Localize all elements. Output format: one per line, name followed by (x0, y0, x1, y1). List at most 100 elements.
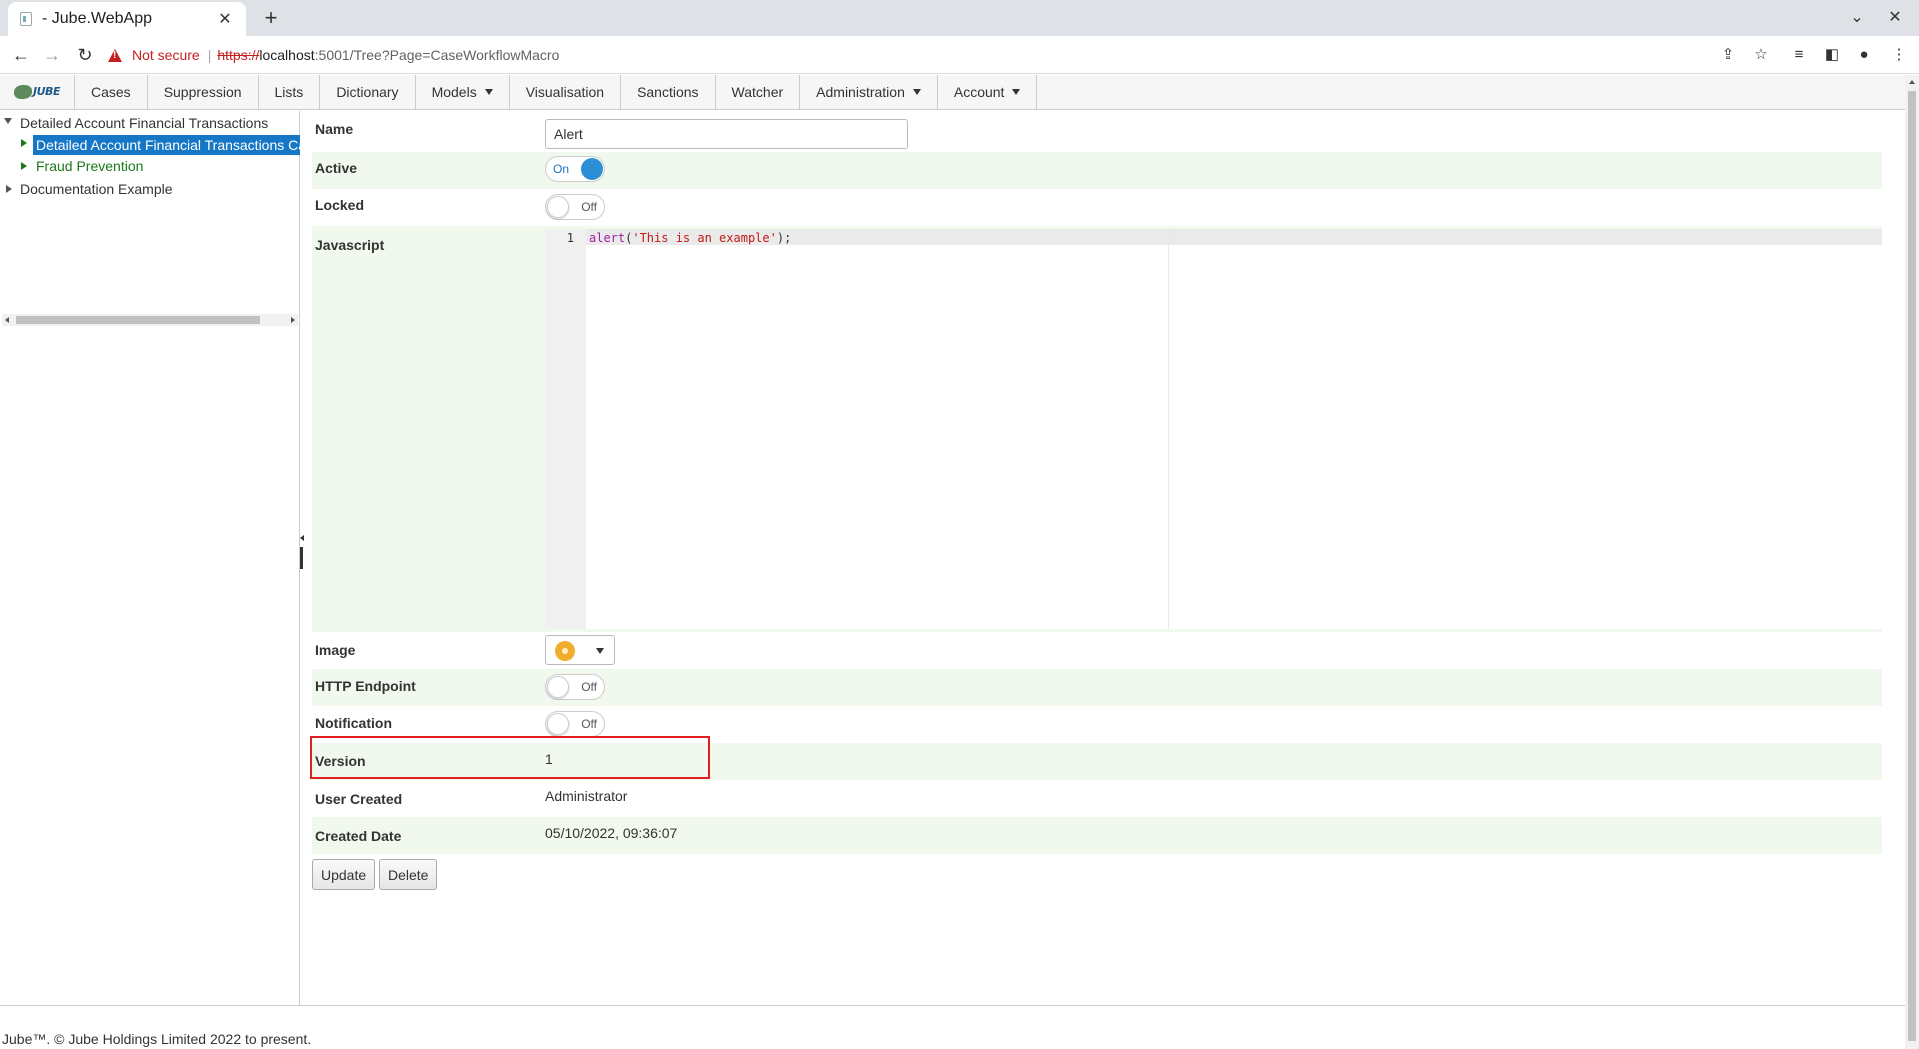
panel-splitter[interactable] (300, 535, 304, 569)
caret-down-icon (484, 89, 493, 95)
security-label[interactable]: Not secure (132, 47, 200, 63)
created-date-value: 05/10/2022, 09:36:07 (545, 825, 678, 841)
toggle-state: Off (581, 680, 597, 694)
nav-models[interactable]: Models (416, 75, 510, 109)
javascript-label-text: Javascript (315, 237, 385, 253)
window-close-icon[interactable]: ✕ (1883, 6, 1907, 30)
browser-tab[interactable]: - Jube.WebApp ✕ (8, 2, 246, 36)
toggle-state: Off (581, 200, 597, 214)
close-icon[interactable]: ✕ (216, 9, 234, 29)
row-created-date: Created Date 05/10/2022, 09:36:07 (312, 817, 1882, 854)
locked-toggle[interactable]: Off (545, 194, 605, 220)
tree-scrollbar[interactable] (2, 314, 298, 326)
toggle-knob (547, 196, 569, 218)
app-navbar: JUBE Cases Suppression Lists Dictionary … (0, 75, 1905, 110)
caret-down-icon (912, 89, 921, 95)
nav-cases[interactable]: Cases (75, 75, 148, 109)
url-separator: | (207, 47, 212, 63)
tree-node-selected[interactable]: Detailed Account Financial Transactions … (33, 135, 300, 155)
page-scrollbar[interactable] (1905, 75, 1919, 1049)
name-input[interactable] (545, 119, 908, 149)
caret-down-icon (596, 648, 604, 654)
print-margin (1168, 229, 1169, 629)
version-highlight (310, 736, 710, 779)
update-button[interactable]: Update (312, 859, 376, 890)
row-active: Active On (312, 152, 1882, 189)
back-icon[interactable]: ← (8, 43, 34, 67)
url-path: :5001/Tree?Page=CaseWorkflowMacro (314, 47, 560, 63)
url-host: localhost (259, 47, 315, 63)
share-icon[interactable]: ⇪ (1717, 44, 1739, 66)
tab-title: - Jube.WebApp (42, 10, 152, 27)
profile-icon[interactable]: ● (1853, 44, 1875, 66)
tree-node-documentation[interactable]: Documentation Example (20, 179, 173, 199)
menu-icon[interactable]: ⋮ (1888, 44, 1910, 66)
active-toggle[interactable]: On (545, 156, 605, 182)
locked-label: Locked (315, 197, 365, 213)
nav-administration[interactable]: Administration (800, 75, 938, 109)
page-icon (20, 12, 32, 26)
toggle-state: On (553, 162, 570, 176)
http-endpoint-toggle[interactable]: Off (545, 674, 605, 700)
toggle-state: Off (581, 717, 597, 731)
nav-models-label: Models (431, 84, 477, 100)
caret-down-icon (1012, 89, 1021, 95)
http-endpoint-label: HTTP Endpoint (315, 678, 416, 694)
expand-right-icon[interactable] (21, 162, 27, 170)
row-image: Image (312, 632, 1882, 669)
browser-tab-bar: - Jube.WebApp ✕ + ⌄ ✕ (0, 0, 1919, 36)
tree-node-root[interactable]: Detailed Account Financial Transactions (20, 113, 268, 133)
row-http-endpoint: HTTP Endpoint Off (312, 669, 1882, 706)
created-date-label: Created Date (315, 828, 402, 844)
expand-right-icon[interactable] (6, 185, 12, 193)
url-field[interactable]: Not secure | https:// localhost :5001/Tr… (108, 40, 1748, 70)
code-function: alert (589, 231, 626, 245)
footer-text: Jube™. © Jube Holdings Limited 2022 to p… (2, 1031, 312, 1047)
toggle-knob (547, 676, 569, 698)
row-locked: Locked Off (312, 189, 1882, 226)
scrollbar-thumb[interactable] (1908, 91, 1916, 1041)
scroll-up-icon[interactable] (1909, 80, 1915, 84)
code-editor[interactable]: 1 alert('This is an example'); (545, 229, 1882, 629)
scroll-right-icon[interactable] (291, 317, 295, 323)
reload-icon[interactable]: ↻ (72, 43, 98, 67)
nav-visualisation[interactable]: Visualisation (510, 75, 622, 109)
delete-button[interactable]: Delete (379, 859, 438, 890)
logo-text: JUBE (14, 85, 60, 99)
nav-suppression[interactable]: Suppression (148, 75, 259, 109)
nav-account-label: Account (953, 84, 1005, 100)
warning-icon (108, 48, 122, 62)
expand-right-icon[interactable] (21, 139, 27, 147)
scroll-left-icon[interactable] (5, 317, 9, 323)
code-string: 'This is an example' (632, 231, 777, 245)
nav-account[interactable]: Account (938, 75, 1038, 109)
notification-label: Notification (315, 715, 392, 731)
toggle-knob (547, 713, 569, 735)
expand-down-icon[interactable] (4, 118, 12, 124)
image-select[interactable] (545, 635, 615, 665)
image-label: Image (315, 642, 356, 658)
media-icon[interactable]: ≡ (1788, 44, 1810, 66)
scrollbar-thumb[interactable] (16, 316, 260, 324)
footer-divider (0, 1005, 1905, 1006)
tree-panel: Detailed Account Financial Transactions … (0, 111, 300, 1005)
nav-lists[interactable]: Lists (259, 75, 321, 109)
toggle-knob (581, 158, 603, 180)
code-line[interactable]: alert('This is an example'); (589, 231, 791, 245)
nav-watcher[interactable]: Watcher (716, 75, 801, 109)
notification-toggle[interactable]: Off (545, 711, 605, 737)
forward-icon[interactable]: → (39, 43, 65, 67)
tree-node-fraud-prevention[interactable]: Fraud Prevention (36, 156, 143, 176)
user-created-label: User Created (315, 791, 403, 807)
star-icon[interactable]: ☆ (1750, 44, 1772, 66)
row-name: Name (312, 111, 1882, 151)
jube-logo[interactable]: JUBE (0, 75, 75, 109)
row-user-created: User Created Administrator (312, 780, 1882, 817)
new-tab-button[interactable]: + (258, 4, 284, 32)
chevron-down-icon[interactable]: ⌄ (1845, 6, 1869, 30)
nav-sanctions[interactable]: Sanctions (621, 75, 716, 109)
url-scheme: https:// (217, 47, 260, 63)
code-end: ); (776, 231, 792, 245)
nav-dictionary[interactable]: Dictionary (320, 75, 416, 109)
sidepanel-icon[interactable]: ◧ (1821, 44, 1843, 66)
